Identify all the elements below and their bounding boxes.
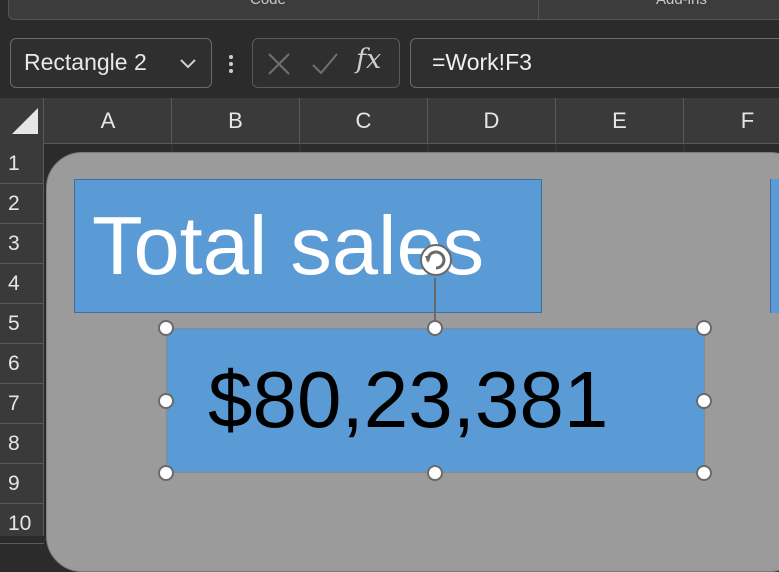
row-header-9[interactable]: 9 [0, 464, 44, 504]
resize-handle-bottom[interactable] [427, 465, 443, 481]
ribbon-group-code-label: Code [250, 0, 286, 8]
column-header-c[interactable]: C [300, 98, 428, 144]
more-options-icon[interactable] [226, 52, 236, 76]
insert-function-button[interactable]: fx [356, 44, 381, 75]
row-header-7[interactable]: 7 [0, 384, 44, 424]
resize-handle-right[interactable] [696, 393, 712, 409]
ribbon-group-addins-label: Add-ins [656, 0, 707, 8]
rotate-handle-icon[interactable] [414, 240, 458, 280]
column-header-a[interactable]: A [45, 98, 172, 144]
resize-handle-top-right[interactable] [696, 320, 712, 336]
chevron-down-icon[interactable] [176, 51, 200, 75]
name-box-value[interactable]: Rectangle 2 [24, 49, 147, 76]
sales-value-label: $80,23,381 [208, 355, 609, 444]
row-header-1[interactable]: 1 [0, 144, 44, 184]
row-header-5[interactable]: 5 [0, 304, 44, 344]
ribbon-group-separator [538, 0, 539, 20]
row-header-10[interactable]: 10 [0, 504, 44, 544]
partial-shape-right[interactable] [770, 179, 779, 313]
column-header-f[interactable]: F [684, 98, 779, 144]
resize-handle-left[interactable] [158, 393, 174, 409]
column-header-e[interactable]: E [556, 98, 684, 144]
row-header-3[interactable]: 3 [0, 224, 44, 264]
column-header-b[interactable]: B [172, 98, 300, 144]
column-header-d[interactable]: D [428, 98, 556, 144]
formula-text[interactable]: =Work!F3 [432, 49, 532, 76]
check-icon[interactable] [310, 51, 340, 77]
resize-handle-bottom-right[interactable] [696, 465, 712, 481]
resize-handle-top[interactable] [427, 320, 443, 336]
row-header-6[interactable]: 6 [0, 344, 44, 384]
resize-handle-top-left[interactable] [158, 320, 174, 336]
x-icon[interactable] [266, 51, 292, 77]
row-header-8[interactable]: 8 [0, 424, 44, 464]
select-all-icon[interactable] [10, 106, 40, 136]
row-header-4[interactable]: 4 [0, 264, 44, 304]
resize-handle-bottom-left[interactable] [158, 465, 174, 481]
row-header-2[interactable]: 2 [0, 184, 44, 224]
